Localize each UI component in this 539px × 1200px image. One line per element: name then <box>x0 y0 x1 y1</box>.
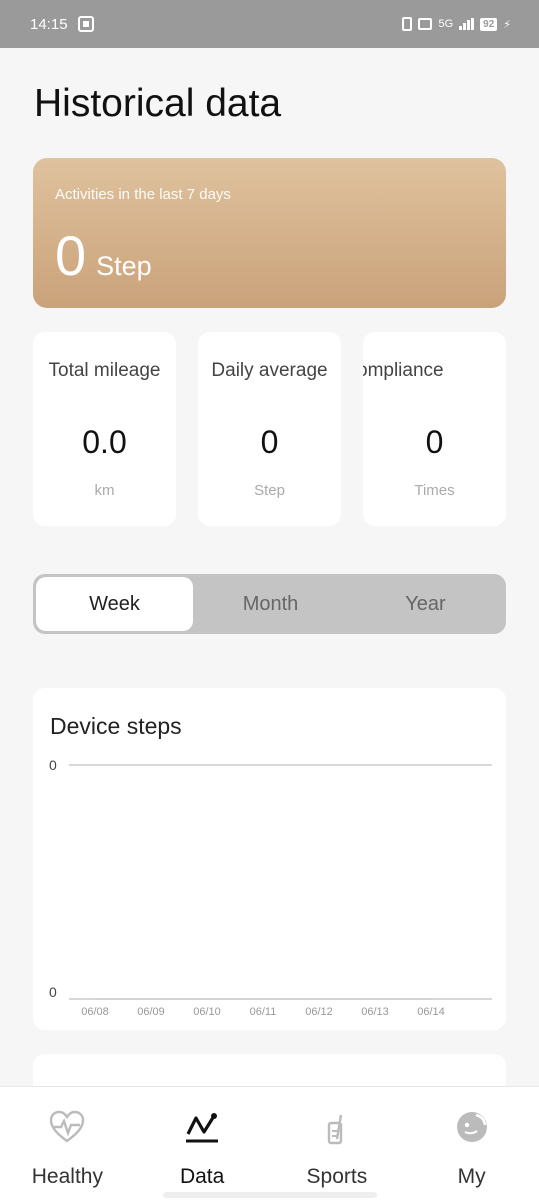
heart-pulse-icon <box>47 1107 87 1147</box>
summary-value-row: 0 Step <box>55 228 152 284</box>
status-bar: 14:15 5G 92 ⚡ <box>0 0 539 48</box>
vibrate-icon <box>402 17 413 31</box>
nfc-icon <box>418 18 433 30</box>
x-tick-label: 06/11 <box>250 1006 277 1018</box>
tab-week[interactable]: Week <box>36 577 193 631</box>
device-steps-chart: 0 0 06/08 06/09 06/10 06/11 06/12 06/13 06/14 <box>49 757 492 1018</box>
tab-year[interactable]: Year <box>348 577 503 631</box>
profile-icon <box>452 1107 492 1147</box>
sports-icon <box>317 1107 357 1147</box>
stat-value: 0.0 <box>82 424 127 460</box>
period-selector: Week Month Year <box>33 574 506 634</box>
tab-month[interactable]: Month <box>193 577 348 631</box>
x-tick-label: 06/09 <box>137 1006 165 1018</box>
x-tick-label: 06/13 <box>361 1006 389 1018</box>
bottom-nav: Healthy Data Sports My <box>0 1086 539 1200</box>
charging-icon: ⚡ <box>503 18 511 31</box>
nav-healthy[interactable]: Healthy <box>0 1087 135 1200</box>
battery-icon: 92 <box>480 17 498 31</box>
stat-label: Daily average <box>211 360 328 381</box>
nav-label: Data <box>179 1165 225 1188</box>
home-indicator[interactable] <box>163 1192 377 1198</box>
page-title: Historical data <box>34 82 282 125</box>
x-tick-label: 06/12 <box>305 1006 333 1018</box>
signal-icon <box>459 18 475 30</box>
stat-card-total-mileage[interactable]: Total mileage 0.0 km <box>33 332 176 526</box>
stat-unit: km <box>94 482 115 499</box>
status-time: 14:15 <box>30 15 68 33</box>
nav-label: Sports <box>306 1165 368 1188</box>
nav-label: My <box>457 1165 486 1188</box>
stat-card-compliance[interactable]: ompliance 0 Times <box>363 332 506 526</box>
status-right: 5G 92 ⚡ <box>402 17 511 31</box>
summary-step-count: 0 <box>55 224 87 287</box>
network-type: 5G <box>438 18 454 30</box>
x-tick-label: 06/10 <box>193 1006 221 1018</box>
stat-value: 0 <box>260 424 279 460</box>
summary-unit: Step <box>96 251 152 281</box>
stat-unit: Times <box>414 482 455 499</box>
x-tick-label: 06/08 <box>81 1006 109 1018</box>
nav-sports[interactable]: Sports <box>270 1087 405 1200</box>
y-tick-label: 0 <box>49 984 57 1000</box>
stat-label: ompliance <box>363 360 444 381</box>
nav-data[interactable]: Data <box>135 1087 270 1200</box>
y-tick-label: 0 <box>49 757 57 773</box>
x-tick-label: 06/14 <box>417 1006 445 1018</box>
stat-label: Total mileage <box>48 360 161 381</box>
nav-my[interactable]: My <box>404 1087 539 1200</box>
summary-caption: Activities in the last 7 days <box>55 186 231 203</box>
data-trend-icon <box>182 1107 222 1147</box>
status-left: 14:15 <box>30 16 94 33</box>
device-steps-chart-card: Device steps 0 0 06/08 06/09 06/10 06/11 06/12… <box>33 688 506 1030</box>
notification-icon <box>77 16 94 32</box>
stat-value: 0 <box>425 424 444 460</box>
weekly-summary-card[interactable]: Activities in the last 7 days 0 Step <box>33 158 506 308</box>
nav-label: Healthy <box>31 1165 103 1188</box>
stat-card-daily-average[interactable]: Daily average 0 Step <box>198 332 341 526</box>
stat-unit: Step <box>254 482 285 499</box>
